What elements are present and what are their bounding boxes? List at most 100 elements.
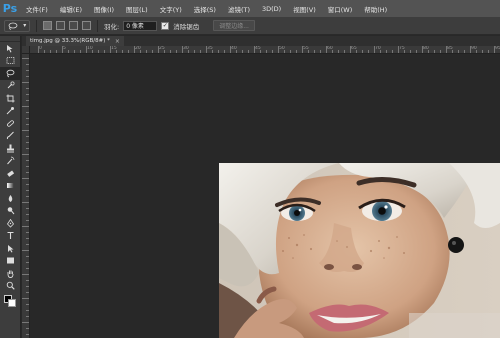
ruler-tick (152, 50, 153, 53)
ruler-tick (116, 50, 117, 53)
ruler-tick (188, 50, 189, 53)
vertical-ruler[interactable] (22, 54, 30, 338)
path-select-icon[interactable] (0, 242, 21, 255)
background-color-swatch[interactable] (8, 299, 16, 307)
menu-select[interactable]: 选择(S) (188, 0, 222, 17)
ruler-tick (22, 202, 29, 203)
document-tab-bar: timg.jpg @ 33.3%(RGB/8#) * × (22, 36, 500, 46)
menu-help[interactable]: 帮助(H) (358, 0, 393, 17)
ruler-tick (26, 316, 29, 317)
crop-icon[interactable] (0, 92, 21, 105)
quick-select-icon[interactable] (0, 80, 21, 93)
menu-file[interactable]: 文件(F) (20, 0, 54, 17)
ruler-tick (386, 50, 387, 53)
ruler-tick (98, 50, 99, 53)
menu-filter[interactable]: 滤镜(T) (222, 0, 256, 17)
pen-icon[interactable] (0, 217, 21, 230)
ruler-tick (26, 328, 29, 329)
refine-edge-button[interactable]: 调整边缘... (213, 20, 255, 31)
ruler-tick (22, 298, 29, 299)
lasso-icon[interactable] (0, 67, 21, 80)
stamp-icon[interactable] (0, 142, 21, 155)
add-to-selection-button[interactable] (56, 21, 65, 30)
ruler-tick (26, 256, 29, 257)
shape-icon[interactable] (0, 255, 21, 268)
ruler-tick (350, 46, 351, 53)
eraser-icon[interactable] (0, 167, 21, 180)
document-tab[interactable]: timg.jpg @ 33.3%(RGB/8#) * × (26, 36, 124, 46)
subtract-from-selection-button[interactable] (69, 21, 78, 30)
ruler-tick (26, 208, 29, 209)
color-swatches[interactable] (0, 292, 20, 314)
blur-icon[interactable] (0, 192, 21, 205)
ruler-tick (26, 76, 29, 77)
history-brush-icon[interactable] (0, 155, 21, 168)
lasso-icon (8, 22, 18, 30)
eyedropper-icon[interactable] (0, 105, 21, 118)
ruler-tick (404, 50, 405, 53)
ruler-tick (26, 310, 29, 311)
zoom-icon[interactable] (0, 280, 21, 293)
ruler-tick (242, 50, 243, 53)
ruler-tick (428, 50, 429, 53)
ruler-tick (356, 50, 357, 53)
horizontal-ruler[interactable]: 05101520253035404550556065707580859095 (30, 46, 500, 54)
move-icon[interactable] (0, 42, 21, 55)
ruler-tick (224, 50, 225, 53)
tools-panel (0, 36, 21, 338)
ruler-tick (260, 50, 261, 53)
ruler-tick (26, 244, 29, 245)
ruler-tick (410, 50, 411, 53)
ruler-tick (26, 286, 29, 287)
menu-image[interactable]: 图像(I) (88, 0, 120, 17)
ruler-tick (290, 50, 291, 53)
ruler-tick (22, 130, 29, 131)
ruler-tick-label: 0 (39, 46, 42, 51)
ruler-origin[interactable] (22, 46, 30, 54)
ruler-tick (74, 50, 75, 53)
ruler-tick (212, 50, 213, 53)
new-selection-button[interactable] (43, 21, 52, 30)
marquee-icon[interactable] (0, 55, 21, 68)
type-icon[interactable] (0, 230, 21, 243)
ruler-tick (26, 94, 29, 95)
ruler-tick (38, 46, 39, 53)
dodge-icon[interactable] (0, 205, 21, 218)
ruler-tick (68, 50, 69, 53)
feather-input[interactable]: 0 像素 (123, 20, 158, 31)
ruler-tick (26, 334, 29, 335)
ruler-tick (218, 50, 219, 53)
close-icon[interactable]: × (115, 38, 120, 45)
brush-icon[interactable] (0, 130, 21, 143)
ruler-tick (440, 50, 441, 53)
ruler-tick (296, 50, 297, 53)
tool-preset-picker[interactable]: ▾ (4, 19, 30, 32)
antialias-checkbox[interactable]: ✓ (161, 21, 170, 30)
menu-window[interactable]: 窗口(W) (322, 0, 359, 17)
ruler-tick (122, 50, 123, 53)
options-bar: ▾ 羽化: 0 像素 ✓ 消除锯齿 调整边缘... (0, 17, 500, 35)
gradient-icon[interactable] (0, 180, 21, 193)
ruler-tick (446, 46, 447, 53)
ruler-tick (26, 196, 29, 197)
menu-type[interactable]: 文字(Y) (154, 0, 188, 17)
ruler-tick (22, 106, 29, 107)
intersect-selection-button[interactable] (82, 21, 91, 30)
menu-view[interactable]: 视图(V) (287, 0, 322, 17)
ruler-tick (464, 50, 465, 53)
ruler-tick (26, 280, 29, 281)
menu-3d[interactable]: 3D(D) (256, 0, 287, 17)
menu-edit[interactable]: 编辑(E) (54, 0, 88, 17)
ruler-tick (272, 50, 273, 53)
hand-icon[interactable] (0, 267, 21, 280)
ruler-tick (416, 50, 417, 53)
ruler-tick (128, 50, 129, 53)
menu-layer[interactable]: 图层(L) (120, 0, 154, 17)
chevron-down-icon: ▾ (23, 22, 27, 29)
healing-icon[interactable] (0, 117, 21, 130)
ruler-tick (26, 160, 29, 161)
ruler-tick-label: 5 (63, 46, 66, 51)
ruler-tick (26, 268, 29, 269)
ruler-tick (140, 50, 141, 53)
ruler-tick (26, 184, 29, 185)
